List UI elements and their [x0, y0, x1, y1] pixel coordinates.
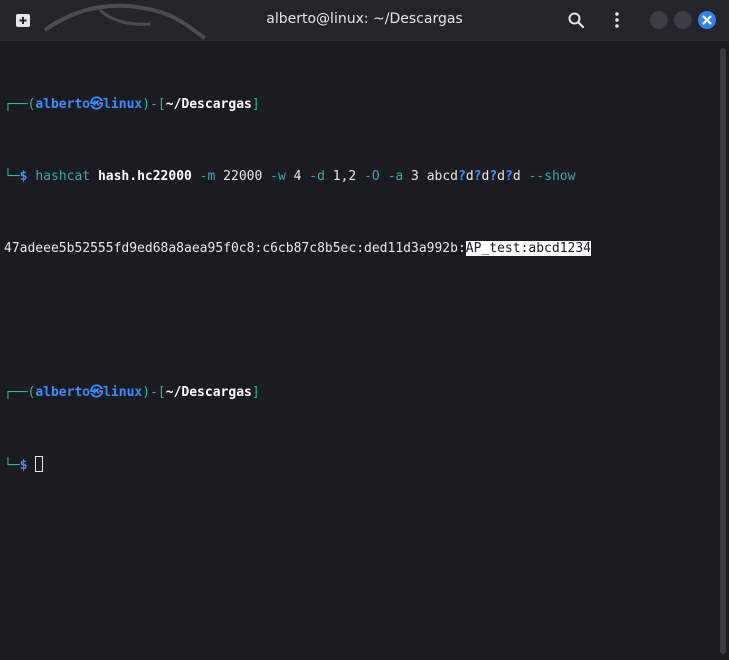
prompt-bracket-end: ] — [251, 97, 260, 112]
prompt-corner-bottom: └─ — [4, 458, 20, 473]
mask-q-3: ? — [489, 169, 498, 184]
terminal-window: alberto@linux: ~/Descargas ┌──(alberto㉿l… — [0, 0, 729, 660]
title-bar[interactable]: alberto@linux: ~/Descargas — [0, 0, 729, 41]
prompt-host: linux — [103, 97, 143, 112]
terminal-output-area[interactable]: ┌──(alberto㉿linux)-[~/Descargas] └─$ has… — [4, 60, 709, 660]
prompt-line-top: ┌──(alberto㉿linux)-[~/Descargas] — [4, 96, 709, 114]
prompt-dollar: $ — [19, 169, 36, 184]
input-line[interactable]: └─$ — [4, 456, 709, 474]
prompt-dollar: $ — [19, 458, 36, 473]
value-d: 1,2 — [332, 169, 357, 184]
cracked-output-line: 47adeee5b52555fd9ed68a8aea95f0c8:c6cb87c… — [4, 240, 709, 258]
close-icon[interactable] — [698, 11, 716, 29]
mask-q-2: ? — [473, 169, 482, 184]
mask-q-1: ? — [458, 169, 466, 184]
option-show: --show — [528, 169, 576, 184]
option-a: -a — [387, 169, 404, 184]
mask-d-4: d — [512, 169, 521, 184]
kebab-menu-icon[interactable] — [607, 10, 627, 30]
vertical-scrollbar[interactable] — [720, 48, 726, 654]
prompt-path: ~/Descargas — [165, 385, 252, 400]
option-d: -d — [309, 169, 325, 184]
minimize-icon[interactable] — [650, 11, 668, 29]
output-hash: 47adeee5b52555fd9ed68a8aea95f0c8:c6cb87c… — [4, 241, 466, 256]
value-a: 3 — [411, 169, 419, 184]
command-file: hash.hc22000 — [97, 169, 192, 184]
prompt-corner: ┌──( — [4, 97, 36, 112]
close-x-glyph — [702, 15, 712, 25]
prompt-path: ~/Descargas — [165, 97, 252, 112]
value-m: 22000 — [223, 169, 263, 184]
command-line: └─$ hashcat hash.hc22000 -m 22000 -w 4 -… — [4, 168, 709, 186]
text-cursor — [35, 456, 44, 472]
prompt-corner: ┌──( — [4, 385, 36, 400]
mask-q-4: ? — [504, 169, 513, 184]
prompt-user: alberto — [35, 385, 91, 400]
prompt-at-symbol: ㉿ — [90, 385, 104, 400]
prompt-separator: )-[ — [142, 385, 166, 400]
value-w: 4 — [293, 169, 302, 184]
prompt-user: alberto — [35, 97, 91, 112]
prompt-bracket-end: ] — [251, 385, 260, 400]
mask-d-3: d — [497, 169, 505, 184]
output-selected-password[interactable]: AP_test:abcd1234 — [465, 241, 592, 256]
prompt-host: linux — [103, 385, 143, 400]
mask-d-1: d — [465, 169, 474, 184]
prompt-corner-bottom: └─ — [4, 169, 20, 184]
maximize-icon[interactable] — [674, 11, 692, 29]
command-program: hashcat — [35, 169, 91, 184]
prompt-line-top-2: ┌──(alberto㉿linux)-[~/Descargas] — [4, 384, 709, 402]
option-m: -m — [199, 169, 216, 184]
search-icon[interactable] — [566, 10, 586, 30]
option-w: -w — [270, 169, 286, 184]
option-O: -O — [364, 169, 380, 184]
mask-prefix: abcd — [426, 169, 459, 184]
prompt-at-symbol: ㉿ — [90, 97, 104, 112]
prompt-separator: )-[ — [142, 97, 166, 112]
